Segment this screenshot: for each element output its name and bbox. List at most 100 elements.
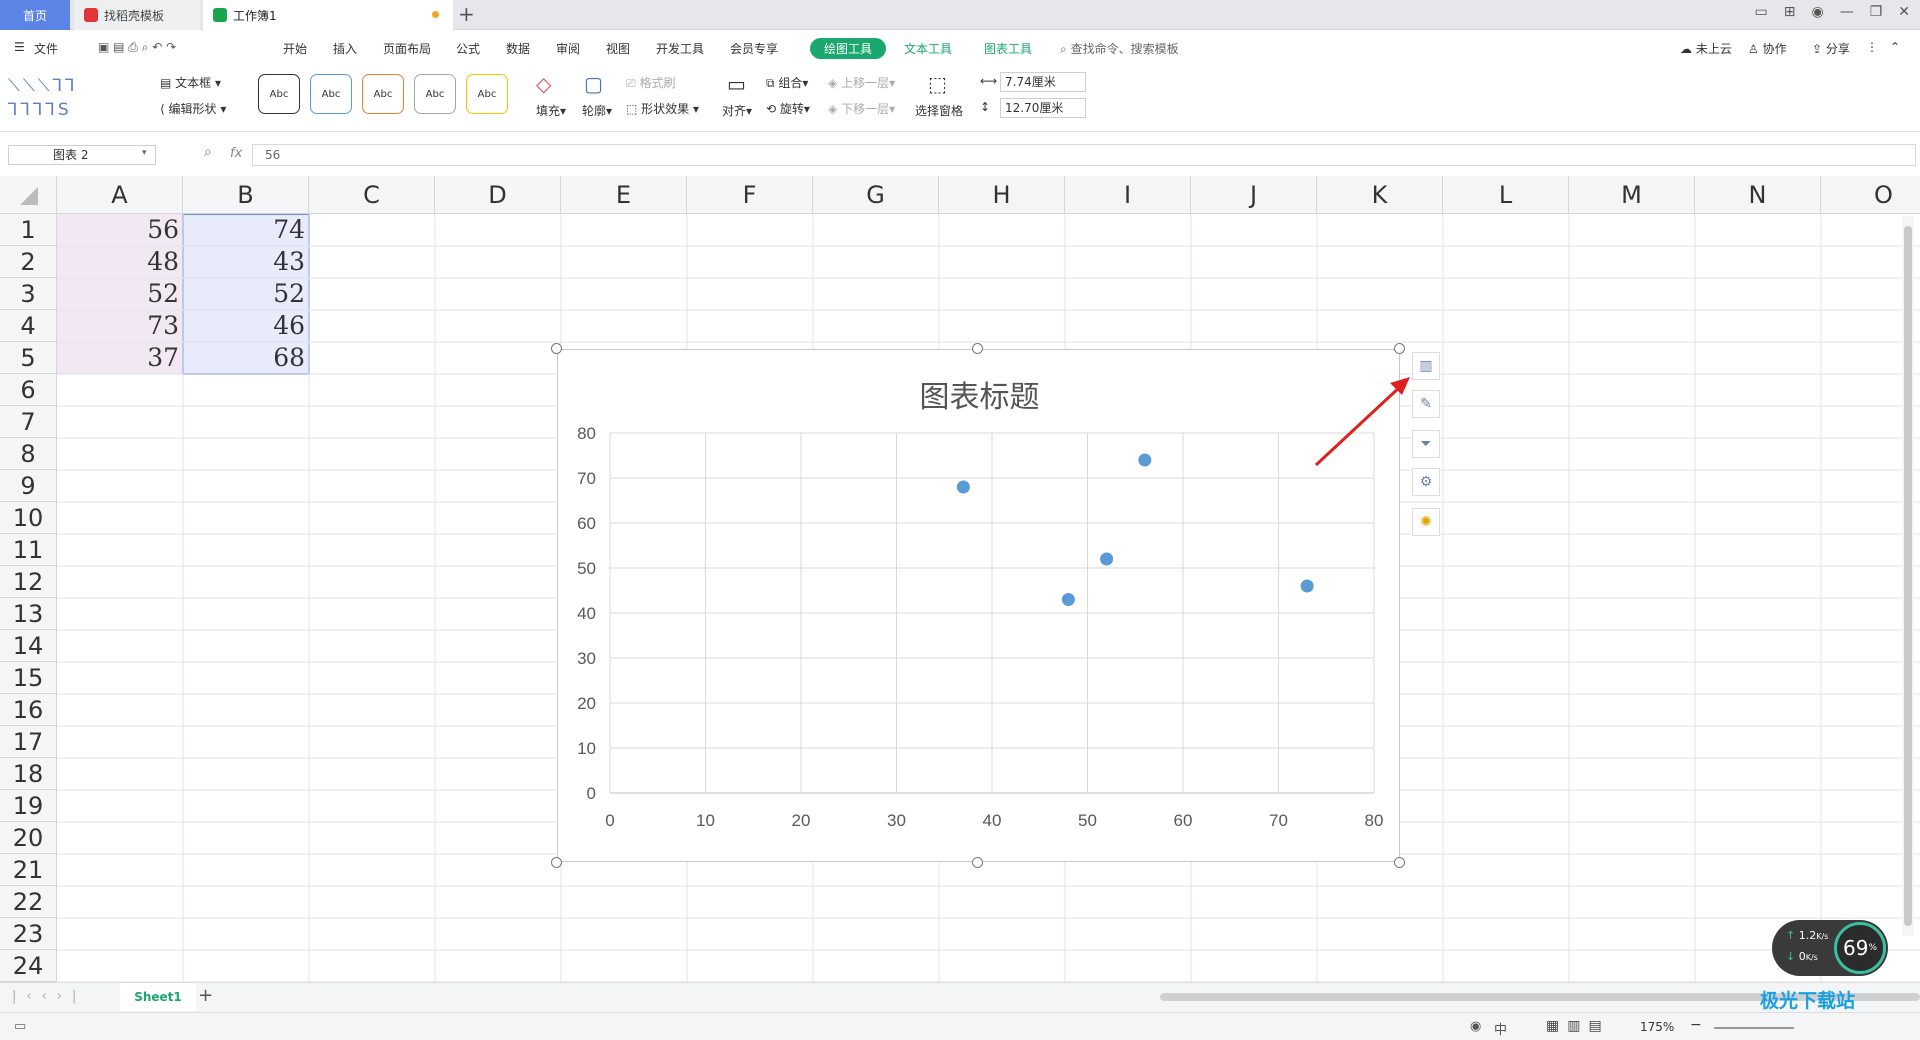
resize-handle-b[interactable] — [972, 857, 983, 868]
row-header-23[interactable]: 23 — [0, 918, 57, 950]
shape-style-2[interactable]: Abc — [310, 74, 352, 114]
row-header-11[interactable]: 11 — [0, 534, 57, 566]
share-button[interactable]: ⇪ 分享 — [1812, 40, 1850, 57]
input-mode[interactable]: 中 — [1494, 1019, 1507, 1038]
chart-object[interactable]: 图表标题 0 10 20 30 40 50 60 70 80 0 10 20 30 40 50 60 70 80 — [557, 349, 1400, 862]
menu-icon[interactable]: ☰ — [14, 40, 25, 54]
collapse-ribbon-icon[interactable]: ⌃ — [1890, 40, 1900, 54]
column-header-N[interactable]: N — [1695, 176, 1821, 214]
shape-style-4[interactable]: Abc — [414, 74, 456, 114]
menu-insert[interactable]: 插入 — [333, 40, 357, 57]
shape-width-input[interactable]: 12.70厘米 — [1000, 98, 1086, 118]
row-header-10[interactable]: 10 — [0, 502, 57, 534]
scatter-point[interactable] — [1138, 453, 1152, 467]
rotate-button[interactable]: ⟲ 旋转▾ — [766, 100, 810, 117]
column-header-A[interactable]: A — [57, 176, 183, 214]
group-button[interactable]: ⧉ 组合▾ — [766, 74, 808, 91]
column-header-E[interactable]: E — [561, 176, 687, 214]
add-sheet-button[interactable]: + — [198, 985, 213, 1006]
scatter-point[interactable] — [1061, 593, 1075, 606]
cell-B4[interactable]: 46 — [183, 310, 309, 342]
fx-icon[interactable]: fx — [230, 146, 242, 161]
sheet-nav-icons[interactable]: |‹‹›| — [12, 989, 86, 1004]
row-header-12[interactable]: 12 — [0, 566, 57, 598]
resize-handle-tl[interactable] — [551, 343, 562, 354]
cell-A4[interactable]: 73 — [57, 310, 183, 342]
shape-effect-button[interactable]: ⬚ 形状效果 ▾ — [626, 100, 699, 117]
scatter-point[interactable] — [1100, 552, 1114, 566]
send-backward-button[interactable]: ◈ 下移一层▾ — [828, 100, 895, 117]
tab-workbook[interactable]: 工作簿1 — [203, 0, 453, 30]
resize-handle-tr[interactable] — [1394, 343, 1405, 354]
zoom-slider[interactable] — [1714, 1027, 1794, 1029]
cloud-button[interactable]: ☁ 未上云 — [1680, 40, 1732, 57]
layout-icon[interactable]: ▭ — [1755, 4, 1768, 20]
tab-chart-tools[interactable]: 图表工具 — [980, 38, 1036, 59]
line-shapes-gallery[interactable]: ⟍⟍⟍⅂⅂ ⅂⅂⅂⅂ꓢ — [8, 74, 78, 122]
outline-button[interactable]: 轮廓▾ — [582, 102, 612, 119]
resize-handle-br[interactable] — [1394, 857, 1405, 868]
tab-drawing-tools[interactable]: 绘图工具 — [810, 38, 886, 59]
align-icon[interactable]: ▭ — [727, 72, 746, 96]
row-header-7[interactable]: 7 — [0, 406, 57, 438]
edit-shape-button[interactable]: ⟨ 编辑形状 ▾ — [160, 100, 226, 117]
column-header-J[interactable]: J — [1191, 176, 1317, 214]
row-header-13[interactable]: 13 — [0, 598, 57, 630]
column-header-I[interactable]: I — [1065, 176, 1191, 214]
restore-icon[interactable]: ❐ — [1870, 4, 1883, 20]
fill-button[interactable]: 填充▾ — [536, 102, 566, 119]
chart-settings-icon[interactable]: ⚙ — [1412, 468, 1440, 496]
column-header-F[interactable]: F — [687, 176, 813, 214]
row-header-18[interactable]: 18 — [0, 758, 57, 790]
vertical-scroll-thumb[interactable] — [1904, 226, 1912, 926]
menu-view[interactable]: 视图 — [606, 40, 630, 57]
scatter-point[interactable] — [956, 480, 970, 494]
row-header-15[interactable]: 15 — [0, 662, 57, 694]
macro-icon[interactable]: ▭ — [14, 1019, 26, 1034]
apps-icon[interactable]: ⊞ — [1784, 4, 1796, 20]
cell-B5[interactable]: 68 — [183, 342, 309, 374]
vertical-scrollbar[interactable] — [1902, 216, 1914, 936]
row-header-19[interactable]: 19 — [0, 790, 57, 822]
select-all-corner[interactable] — [0, 176, 57, 214]
menu-review[interactable]: 审阅 — [556, 40, 580, 57]
row-header-14[interactable]: 14 — [0, 630, 57, 662]
row-header-21[interactable]: 21 — [0, 854, 57, 886]
tab-text-tools[interactable]: 文本工具 — [900, 38, 956, 59]
quick-tools-icon[interactable]: ▣ ▤ ⎙ ⌕ ↶ ↷ — [98, 40, 176, 55]
eye-protect-icon[interactable]: ◉ — [1470, 1019, 1481, 1034]
avatar-icon[interactable]: ◉ — [1811, 4, 1823, 20]
shape-style-3[interactable]: Abc — [362, 74, 404, 114]
scatter-point[interactable] — [1300, 579, 1314, 593]
column-header-H[interactable]: H — [939, 176, 1065, 214]
column-header-C[interactable]: C — [309, 176, 435, 214]
name-box-dropdown-icon[interactable]: ▾ — [142, 148, 147, 158]
bring-forward-button[interactable]: ◈ 上移一层▾ — [828, 74, 895, 91]
row-header-4[interactable]: 4 — [0, 310, 57, 342]
new-tab-button[interactable]: + — [458, 2, 475, 26]
row-header-1[interactable]: 1 — [0, 214, 57, 246]
cell-A1[interactable]: 56 — [57, 214, 183, 246]
collab-button[interactable]: ♙ 协作 — [1748, 40, 1787, 57]
row-header-24[interactable]: 24 — [0, 950, 57, 982]
name-box[interactable]: 图表 2 — [8, 145, 156, 165]
outline-icon[interactable]: ▢ — [584, 72, 603, 96]
cell-A2[interactable]: 48 — [57, 246, 183, 278]
command-search[interactable]: ⌕ 查找命令、搜索模板 — [1060, 40, 1179, 57]
sheet-area[interactable]: ABCDEFGHIJKLMNO 1 2 3 4 5 6 7 8 9 10 11 12 13 14 15 16 1… — [0, 176, 1920, 982]
cell-B3[interactable]: 52 — [183, 278, 309, 310]
more-icon[interactable]: ⋮ — [1866, 40, 1878, 54]
textbox-button[interactable]: ▤ 文本框 ▾ — [160, 74, 221, 91]
scatter-plot[interactable]: 0 10 20 30 40 50 60 70 80 0 10 20 30 40 50 60 70 80 — [558, 350, 1401, 863]
row-header-20[interactable]: 20 — [0, 822, 57, 854]
formula-input[interactable]: 56 — [252, 144, 1916, 166]
shape-style-5[interactable]: Abc — [466, 74, 508, 114]
row-header-3[interactable]: 3 — [0, 278, 57, 310]
menu-data[interactable]: 数据 — [506, 40, 530, 57]
row-header-2[interactable]: 2 — [0, 246, 57, 278]
selection-pane-icon[interactable]: ⬚ — [928, 72, 947, 96]
menu-home[interactable]: 开始 — [283, 40, 307, 57]
close-icon[interactable]: ✕ — [1898, 4, 1910, 20]
resize-handle-t[interactable] — [972, 343, 983, 354]
column-header-G[interactable]: G — [813, 176, 939, 214]
